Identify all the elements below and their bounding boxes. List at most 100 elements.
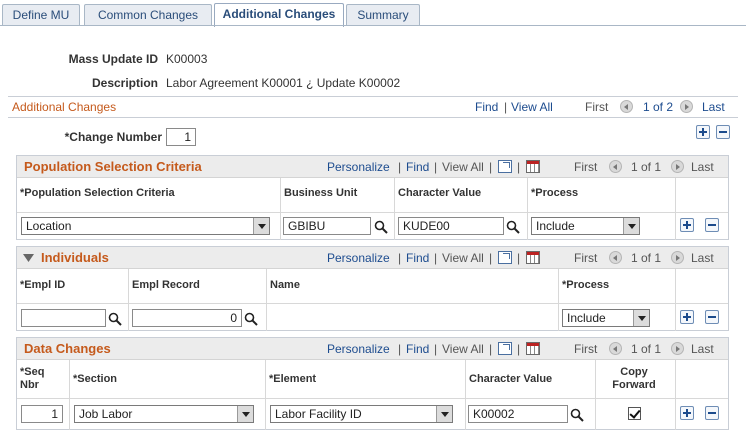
divider xyxy=(128,269,129,331)
population-personalize-link[interactable]: Personalize xyxy=(327,160,390,174)
section-value: Job Labor xyxy=(79,407,133,421)
character-value-input[interactable]: KUDE00 xyxy=(398,217,504,235)
population-criteria-select[interactable]: Location xyxy=(21,217,270,235)
data-changes-find-link[interactable]: Find xyxy=(406,342,429,356)
mass-update-id-label: Mass Update ID xyxy=(68,52,158,66)
individuals-view-all[interactable]: View All xyxy=(442,251,484,265)
delete-row-button[interactable] xyxy=(705,310,719,324)
grid-download-icon[interactable] xyxy=(526,251,540,264)
individuals-count: 1 of 1 xyxy=(631,251,662,265)
add-row-button[interactable] xyxy=(680,218,694,232)
separator: | xyxy=(398,251,402,265)
additional-count: 1 of 2 xyxy=(643,100,674,114)
divider xyxy=(527,178,528,240)
separator: | xyxy=(489,342,493,356)
divider xyxy=(265,360,266,430)
previous-arrow-icon[interactable] xyxy=(620,100,633,113)
divider xyxy=(17,398,728,399)
grid-download-icon[interactable] xyxy=(526,342,540,355)
search-icon[interactable] xyxy=(570,408,584,422)
additional-find-link[interactable]: Find xyxy=(475,100,498,114)
individuals-title: Individuals xyxy=(41,250,109,265)
chevron-down-icon xyxy=(633,310,649,326)
additional-changes-bar: Additional Changes Find | View All First… xyxy=(8,96,738,118)
element-select[interactable]: Labor Facility ID xyxy=(270,405,453,423)
separator: | xyxy=(517,251,521,265)
empl-record-input[interactable]: 0 xyxy=(132,309,242,327)
zoom-icon[interactable] xyxy=(498,160,512,173)
population-view-all[interactable]: View All xyxy=(442,160,484,174)
business-unit-input[interactable]: GBIBU xyxy=(283,217,371,235)
individuals-first-label: First xyxy=(574,251,598,265)
divider xyxy=(465,360,466,430)
tab-additional-changes[interactable]: Additional Changes xyxy=(214,3,344,27)
section-select[interactable]: Job Labor xyxy=(74,405,254,423)
chevron-down-icon xyxy=(237,406,253,422)
col-process: *Process xyxy=(531,187,579,199)
divider xyxy=(69,360,70,430)
empl-id-input[interactable] xyxy=(21,309,106,327)
next-arrow-icon[interactable] xyxy=(671,160,684,173)
individuals-personalize-link[interactable]: Personalize xyxy=(327,251,390,265)
search-icon[interactable] xyxy=(374,220,388,234)
previous-arrow-icon[interactable] xyxy=(609,160,622,173)
data-changes-count: 1 of 1 xyxy=(631,342,662,356)
data-changes-view-all[interactable]: View All xyxy=(442,342,484,356)
population-find-link[interactable]: Find xyxy=(406,160,429,174)
tab-define-mu[interactable]: Define MU xyxy=(2,4,80,26)
grid-download-icon[interactable] xyxy=(526,160,540,173)
population-last-label: Last xyxy=(691,160,714,174)
col-name: Name xyxy=(270,279,300,291)
separator: | xyxy=(434,342,438,356)
change-number-input[interactable]: 1 xyxy=(166,128,196,146)
change-number-label: *Change Number xyxy=(64,130,162,144)
next-arrow-icon[interactable] xyxy=(671,251,684,264)
individuals-process-select[interactable]: Include xyxy=(562,309,650,327)
previous-arrow-icon[interactable] xyxy=(609,251,622,264)
individuals-last-label: Last xyxy=(691,251,714,265)
additional-first-label: First xyxy=(585,100,609,114)
population-criteria-value: Location xyxy=(26,219,72,233)
previous-arrow-icon[interactable] xyxy=(609,342,622,355)
delete-row-button[interactable] xyxy=(705,406,719,420)
zoom-icon[interactable] xyxy=(498,251,512,264)
col-nbr: Nbr xyxy=(20,379,39,391)
data-changes-panel: Data Changes Personalize | Find | View A… xyxy=(16,337,729,430)
next-arrow-icon[interactable] xyxy=(680,100,693,113)
col-process: *Process xyxy=(562,279,610,291)
add-row-button[interactable] xyxy=(680,310,694,324)
population-process-select[interactable]: Include xyxy=(531,217,640,235)
divider xyxy=(266,269,267,331)
chevron-down-icon xyxy=(436,406,452,422)
additional-changes-title: Additional Changes xyxy=(12,100,117,114)
mass-update-id-value: K00003 xyxy=(166,52,208,66)
collapse-triangle-icon[interactable] xyxy=(23,253,35,263)
separator: | xyxy=(517,342,521,356)
search-icon[interactable] xyxy=(506,220,520,234)
additional-view-all-link[interactable]: View All xyxy=(511,100,553,114)
tab-summary[interactable]: Summary xyxy=(346,4,420,26)
search-icon[interactable] xyxy=(108,312,122,326)
individuals-find-link[interactable]: Find xyxy=(406,251,429,265)
separator: | xyxy=(504,100,508,114)
data-character-value-input[interactable]: K00002 xyxy=(468,405,568,423)
col-empl-record: Empl Record xyxy=(132,279,200,291)
search-icon[interactable] xyxy=(244,312,258,326)
add-row-button[interactable] xyxy=(680,406,694,420)
individuals-process-value: Include xyxy=(567,311,606,325)
data-changes-last-label: Last xyxy=(691,342,714,356)
element-value: Labor Facility ID xyxy=(275,407,362,421)
copy-forward-checkbox[interactable] xyxy=(628,407,641,420)
additional-last-link[interactable]: Last xyxy=(702,100,725,114)
data-changes-personalize-link[interactable]: Personalize xyxy=(327,342,390,356)
seq-nbr-input[interactable]: 1 xyxy=(21,405,63,423)
delete-row-button[interactable] xyxy=(705,218,719,232)
add-change-button[interactable] xyxy=(696,125,710,139)
divider xyxy=(558,269,559,331)
tab-common-changes[interactable]: Common Changes xyxy=(84,4,212,26)
next-arrow-icon[interactable] xyxy=(671,342,684,355)
delete-change-button[interactable] xyxy=(716,125,730,139)
col-character-value: Character Value xyxy=(398,187,482,199)
separator: | xyxy=(398,342,402,356)
zoom-icon[interactable] xyxy=(498,342,512,355)
